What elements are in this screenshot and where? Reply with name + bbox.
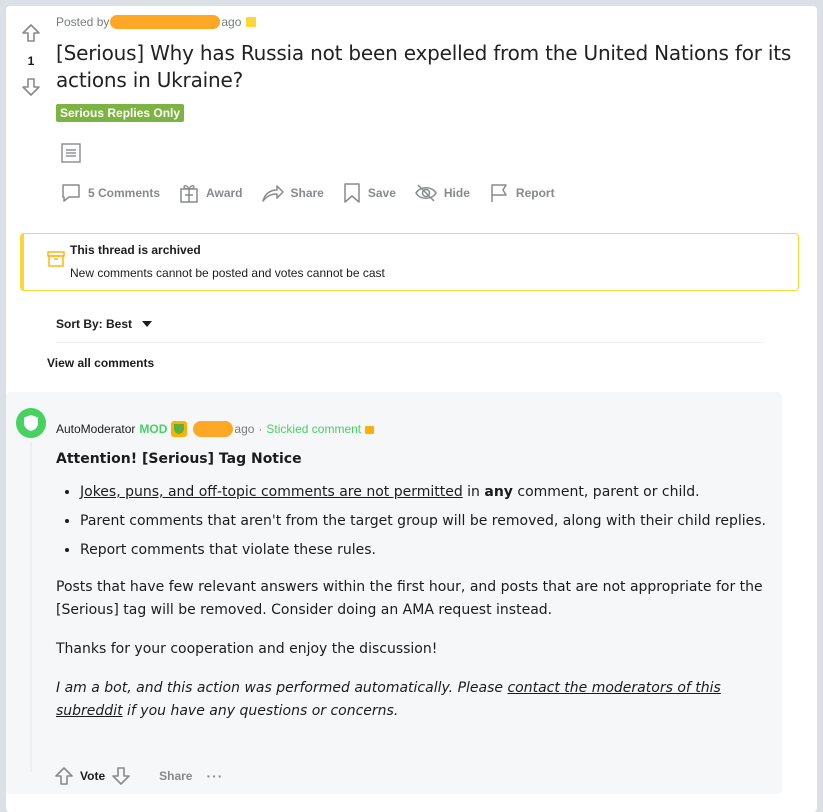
save-button[interactable]: Save (334, 178, 404, 208)
comment-author[interactable]: AutoModerator (56, 422, 135, 436)
lock-icon (365, 426, 375, 434)
archived-subtext: New comments cannot be posted and votes … (70, 266, 385, 280)
upvote-button[interactable] (18, 20, 44, 46)
bot-notice: I am a bot, and this action was performe… (56, 680, 721, 719)
mod-badge-icon (171, 421, 188, 437)
thread-line[interactable] (30, 442, 32, 772)
sort-label: Sort By: Best (56, 317, 133, 331)
vote-column: 1 (18, 20, 44, 100)
comment-meta: AutoModerator MOD ago · Stickied comment (56, 421, 375, 437)
comment-paragraph: Posts that have few relevant answers wit… (56, 579, 763, 618)
downvote-button[interactable] (18, 74, 44, 100)
share-button[interactable]: Share (253, 178, 332, 208)
comment-bubble-icon (62, 184, 80, 202)
archived-notice: This thread is archived New comments can… (20, 233, 799, 291)
archive-box-icon (47, 251, 65, 267)
post-time: ago (221, 15, 242, 29)
comment-actions: Vote Share ··· (54, 766, 223, 786)
sort-dropdown[interactable]: Sort By: Best (56, 317, 153, 331)
eye-slash-icon (415, 184, 437, 202)
stickied-label: Stickied comment (266, 422, 362, 436)
comment-body: Attention! [Serious] Tag Notice Jokes, p… (56, 448, 768, 739)
post-flair[interactable]: Serious Replies Only (56, 104, 185, 122)
list-item: Report comments that violate these rules… (80, 539, 768, 562)
posted-by-label: Posted by (56, 15, 110, 29)
text-post-icon[interactable] (60, 142, 82, 164)
comment-heading: Attention! [Serious] Tag Notice (56, 451, 302, 467)
more-options-button[interactable]: ··· (206, 768, 223, 784)
comment-share-button[interactable]: Share (159, 769, 192, 783)
list-item: Parent comments that aren't from the tar… (80, 510, 768, 533)
vote-label: Vote (80, 769, 106, 783)
rules-link[interactable]: Jokes, puns, and off-topic comments are … (80, 484, 463, 500)
divider (56, 342, 764, 343)
shield-icon (24, 415, 38, 431)
share-arrow-icon (261, 185, 284, 202)
comments-button[interactable]: 5 Comments (52, 178, 168, 208)
upvote-arrow-icon[interactable] (54, 766, 74, 786)
avatar[interactable] (16, 408, 46, 438)
downvote-arrow-icon (22, 78, 40, 96)
post-score: 1 (27, 54, 35, 68)
chevron-down-icon (142, 321, 153, 327)
post-meta: Posted by ago (56, 15, 257, 29)
comment-paragraph: Thanks for your cooperation and enjoy th… (56, 641, 438, 657)
redacted-username (110, 15, 221, 29)
comment-time: ago (234, 422, 255, 436)
bookmark-icon (344, 183, 360, 203)
gift-icon (180, 185, 198, 203)
mod-tag: MOD (139, 422, 168, 436)
view-all-comments-link[interactable]: View all comments (47, 356, 154, 370)
upvote-arrow-icon (22, 24, 40, 42)
post-title[interactable]: [Serious] Why has Russia not been expell… (56, 40, 811, 94)
archived-heading: This thread is archived (70, 243, 201, 257)
stickied-comment: AutoModerator MOD ago · Stickied comment… (6, 392, 782, 794)
downvote-arrow-icon[interactable] (111, 766, 131, 786)
post-actions: 5 Comments Award Share Save Hide Report (52, 178, 565, 208)
report-button[interactable]: Report (480, 178, 563, 208)
flag-icon (491, 184, 507, 202)
award-button[interactable]: Award (170, 178, 250, 208)
list-item: Jokes, puns, and off-topic comments are … (80, 481, 768, 504)
meta-separator: · (258, 422, 263, 436)
archive-box-icon (246, 17, 257, 27)
rules-list: Jokes, puns, and off-topic comments are … (80, 481, 768, 562)
hide-button[interactable]: Hide (406, 178, 478, 208)
redacted-time (193, 421, 234, 437)
post-card: 1 Posted by ago [Serious] Why has Russia… (6, 6, 817, 812)
